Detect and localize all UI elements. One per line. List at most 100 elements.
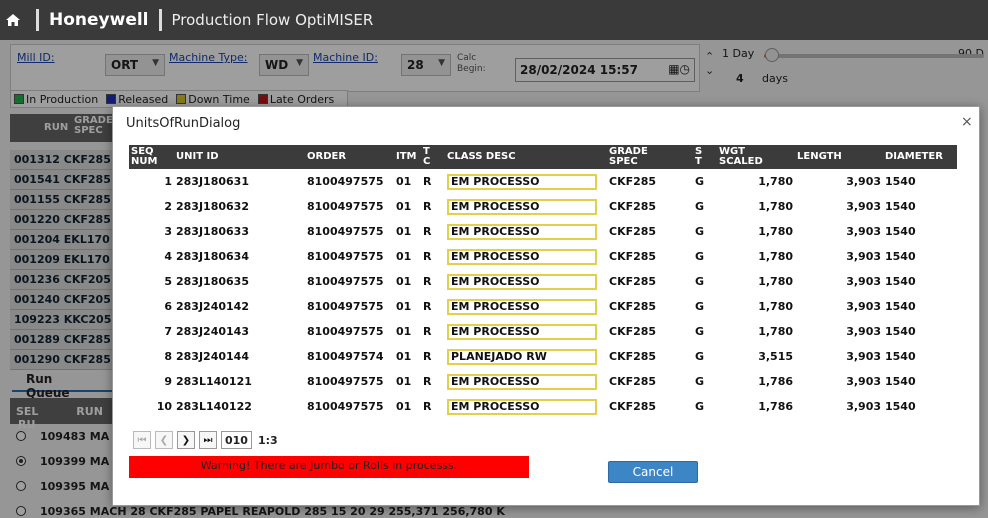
cell-wgt: 1,780 — [758, 200, 793, 213]
cell-diameter: 1540 — [885, 400, 916, 413]
cell-st: G — [695, 350, 705, 363]
units-of-run-dialog: UnitsOfRunDialog × SEQ NUM UNIT ID ORDER … — [112, 106, 980, 506]
cell-seq: 2 — [164, 200, 172, 213]
table-row[interactable]: 10 283L140122 8100497575 01 R EM PROCESSO CKF2… — [129, 394, 957, 419]
cell-wgt: 1,786 — [758, 400, 793, 413]
prev-page-icon[interactable]: ❮ — [155, 431, 173, 449]
cell-order: 8100497575 — [307, 375, 384, 388]
col-itm[interactable]: ITM — [394, 145, 421, 169]
col-class-desc[interactable]: CLASS DESC — [445, 145, 607, 169]
table-row[interactable]: 7 283J240143 8100497575 01 R EM PROCESSO CKF28… — [129, 319, 957, 344]
cell-seq: 9 — [164, 375, 172, 388]
cell-tc: R — [423, 300, 432, 313]
table-row[interactable]: 8 283J240144 8100497574 01 R PLANEJADO RW CKF2… — [129, 344, 957, 369]
cell-tc: R — [423, 200, 432, 213]
col-wgt-scaled[interactable]: WGT SCALED — [717, 145, 795, 169]
cell-wgt: 1,780 — [758, 325, 793, 338]
class-desc-box: EM PROCESSO — [447, 173, 597, 190]
cell-length: 3,903 — [846, 300, 881, 313]
dialog-title: UnitsOfRunDialog — [126, 116, 241, 131]
page-number-box[interactable]: 010 — [221, 431, 252, 449]
table-row[interactable]: 4 283J180634 8100497575 01 R EM PROCESSO CKF28… — [129, 244, 957, 269]
cell-tc: R — [423, 325, 432, 338]
cell-itm: 01 — [396, 325, 412, 338]
col-unit-id[interactable]: UNIT ID — [174, 145, 305, 169]
cell-unit-id: 283J180634 — [176, 250, 249, 263]
cell-unit-id: 283J180633 — [176, 225, 249, 238]
cell-diameter: 1540 — [885, 275, 916, 288]
cell-class-desc: EM PROCESSO — [445, 394, 607, 419]
next-page-icon[interactable]: ❯ — [177, 431, 195, 449]
cell-length: 3,903 — [846, 200, 881, 213]
col-st[interactable]: ST — [693, 145, 717, 169]
cell-length: 3,903 — [846, 175, 881, 188]
table-row[interactable]: 3 283J180633 8100497575 01 R EM PROCESSO CKF28… — [129, 219, 957, 244]
last-page-icon[interactable]: ⏭ — [199, 431, 217, 449]
cell-grade-spec: CKF285 — [609, 275, 657, 288]
cell-length: 3,903 — [846, 400, 881, 413]
cell-seq: 5 — [164, 275, 172, 288]
cell-class-desc: PLANEJADO RW — [445, 344, 607, 369]
header-divider — [36, 9, 39, 31]
table-row[interactable]: 2 283J180632 8100497575 01 R EM PROCESSO CKF28… — [129, 194, 957, 219]
cell-itm: 01 — [396, 350, 412, 363]
cell-tc: R — [423, 350, 432, 363]
col-grade-spec[interactable]: GRADE SPEC — [607, 145, 693, 169]
cell-grade-spec: CKF285 — [609, 325, 657, 338]
cell-itm: 01 — [396, 375, 412, 388]
col-diameter[interactable]: DIAMETER — [883, 145, 957, 169]
table-row[interactable]: 5 283J180635 8100497575 01 R EM PROCESSO CKF28… — [129, 269, 957, 294]
cell-tc: R — [423, 225, 432, 238]
cell-seq: 6 — [164, 300, 172, 313]
cell-diameter: 1540 — [885, 350, 916, 363]
cell-grade-spec: CKF285 — [609, 350, 657, 363]
cell-tc: R — [423, 275, 432, 288]
table-row[interactable]: 9 283L140121 8100497575 01 R EM PROCESSO CKF28… — [129, 369, 957, 394]
cell-unit-id: 283J180632 — [176, 200, 249, 213]
cell-length: 3,903 — [846, 325, 881, 338]
cell-tc: R — [423, 250, 432, 263]
cell-wgt: 1,780 — [758, 300, 793, 313]
close-icon[interactable]: × — [961, 114, 973, 130]
class-desc-box: EM PROCESSO — [447, 398, 597, 415]
cell-itm: 01 — [396, 400, 412, 413]
cell-wgt: 1,780 — [758, 250, 793, 263]
cell-unit-id: 283J240143 — [176, 325, 249, 338]
cell-order: 8100497575 — [307, 225, 384, 238]
cell-grade-spec: CKF285 — [609, 200, 657, 213]
cell-order: 8100497575 — [307, 250, 384, 263]
col-seq-num[interactable]: SEQ NUM — [129, 145, 174, 169]
cell-st: G — [695, 250, 705, 263]
cell-tc: R — [423, 175, 432, 188]
cell-diameter: 1540 — [885, 300, 916, 313]
cell-grade-spec: CKF285 — [609, 300, 657, 313]
col-tc[interactable]: TC — [421, 145, 445, 169]
cell-seq: 10 — [156, 400, 172, 413]
cell-grade-spec: CKF285 — [609, 400, 657, 413]
cell-diameter: 1540 — [885, 175, 916, 188]
cell-st: G — [695, 325, 705, 338]
first-page-icon[interactable]: ⏮ — [133, 431, 151, 449]
class-desc-box: EM PROCESSO — [447, 248, 597, 265]
cell-seq: 3 — [164, 225, 172, 238]
cell-tc: R — [423, 400, 432, 413]
units-table: SEQ NUM UNIT ID ORDER ITM TC CLASS DESC G… — [129, 145, 957, 419]
home-icon[interactable] — [0, 0, 26, 40]
table-row[interactable]: 1 283J180631 8100497575 01 R EM PROCESSO CKF28… — [129, 169, 957, 194]
cell-order: 8100497575 — [307, 300, 384, 313]
cell-unit-id: 283J240142 — [176, 300, 249, 313]
cell-itm: 01 — [396, 275, 412, 288]
pager: ⏮ ❮ ❯ ⏭ 010 1:3 — [133, 431, 278, 449]
cell-class-desc: EM PROCESSO — [445, 194, 607, 219]
col-length[interactable]: LENGTH — [795, 145, 883, 169]
cell-grade-spec: CKF285 — [609, 250, 657, 263]
cell-st: G — [695, 375, 705, 388]
cell-class-desc: EM PROCESSO — [445, 269, 607, 294]
table-row[interactable]: 6 283J240142 8100497575 01 R EM PROCESSO CKF28… — [129, 294, 957, 319]
class-desc-box: EM PROCESSO — [447, 273, 597, 290]
cell-length: 3,903 — [846, 375, 881, 388]
col-order[interactable]: ORDER — [305, 145, 394, 169]
cell-seq: 4 — [164, 250, 172, 263]
cancel-button[interactable]: Cancel — [608, 461, 698, 483]
warning-banner: Warning! There are Jumbo or Rolls in pro… — [129, 456, 529, 478]
